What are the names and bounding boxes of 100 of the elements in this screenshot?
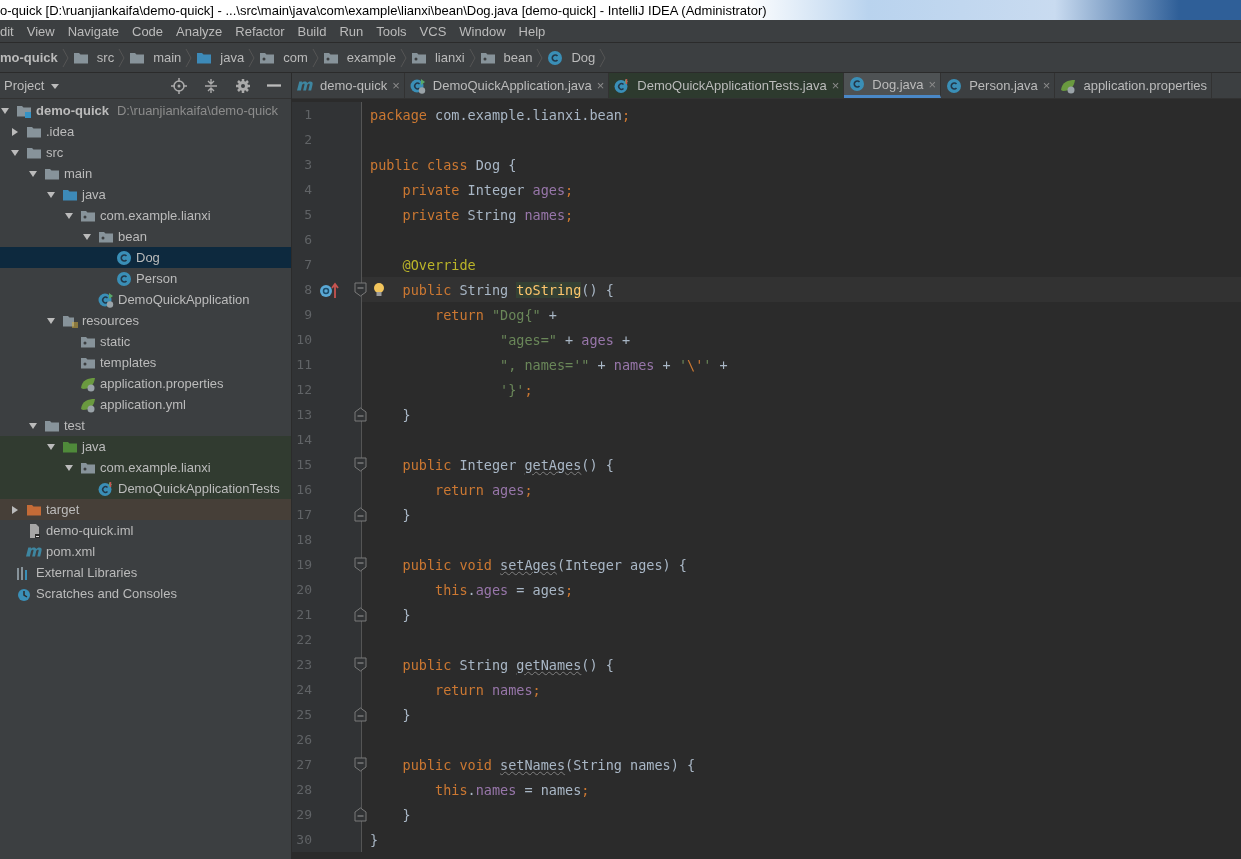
close-icon[interactable]: × (1042, 78, 1051, 93)
chevron-icon (399, 47, 407, 68)
tree-item[interactable]: DemoQuickApplication (0, 289, 291, 310)
chevron-icon (468, 47, 476, 68)
code-line: } (401, 406, 411, 423)
code-line: @Override (401, 256, 476, 273)
class-icon (98, 480, 114, 497)
settings-icon (235, 77, 251, 94)
class-icon (849, 76, 866, 92)
class-icon (116, 249, 132, 266)
menu-item[interactable]: View (19, 23, 61, 39)
menu-item[interactable]: Run (332, 23, 370, 39)
menu-item[interactable]: Build (290, 23, 333, 39)
leaf-icon (80, 375, 96, 392)
tree-item[interactable]: demo-quick D:\ruanjiankaifa\demo-quick (0, 100, 291, 121)
tree-item[interactable]: External Libraries (0, 562, 291, 583)
tree-item[interactable]: DemoQuickApplicationTests (0, 478, 291, 499)
tree-item[interactable]: bean (0, 226, 291, 247)
breadcrumb-item[interactable]: com (255, 49, 312, 66)
breadcrumb-item[interactable]: example (318, 49, 400, 66)
menu-item[interactable]: Navigate (60, 23, 125, 39)
chevron-icon (311, 47, 319, 68)
menu-item[interactable]: Analyze (169, 23, 229, 39)
breadcrumb-item[interactable]: main (125, 49, 186, 66)
leaf-icon (1060, 77, 1077, 94)
tree-item[interactable]: com.example.lianxi (0, 457, 291, 478)
window-title: o-quick [D:\ruanjiankaifa\demo-quick] - ...\src\main\java\com\example\lianxi\bean\Dog.java [demo-quick] - IntelliJ IDEA (Administrator) (0, 2, 767, 18)
menu-item[interactable]: dit (0, 23, 20, 39)
breadcrumb-item[interactable]: java (192, 49, 249, 66)
tree-item[interactable]: .idea (0, 121, 291, 142)
tree-item[interactable]: templates (0, 352, 291, 373)
tree-item[interactable]: test (0, 415, 291, 436)
minimize-icon (267, 84, 281, 87)
code-line: public void setNames(String names) { (401, 756, 696, 773)
code-line: } (369, 831, 379, 848)
tree-item[interactable]: Dog (0, 247, 291, 268)
code-line: "ages=" + ages + (499, 331, 631, 348)
menu-item[interactable]: Code (125, 23, 170, 39)
tree-item[interactable]: pom.xml (0, 541, 291, 562)
menu-item[interactable]: Help (511, 23, 552, 39)
class-icon (116, 270, 132, 287)
breadcrumb-item[interactable]: lianxi (406, 49, 469, 66)
code-line: return "Dog{" + (434, 306, 557, 323)
editor-tab[interactable]: DemoQuickApplicationTests.java × (609, 73, 845, 98)
leaf-icon (80, 396, 96, 413)
maven-icon (26, 546, 42, 557)
breadcrumb-item[interactable]: bean (475, 49, 537, 66)
maven-icon (297, 80, 313, 91)
chevron-icon (599, 47, 607, 68)
tree-item[interactable]: application.yml (0, 394, 291, 415)
code-line: public class Dog { (369, 156, 517, 173)
tree-item[interactable]: static (0, 331, 291, 352)
locate-icon (171, 77, 187, 94)
tree-item[interactable]: demo-quick.iml (0, 520, 291, 541)
code-line: } (401, 606, 411, 623)
tree-item[interactable]: java (0, 436, 291, 457)
class-icon (409, 77, 426, 94)
chevron-icon (118, 47, 126, 68)
code-line: public void setAges(Integer ages) { (401, 556, 687, 573)
chevron-icon (61, 47, 69, 68)
tree-item[interactable]: target (0, 499, 291, 520)
close-icon[interactable]: × (831, 78, 840, 93)
code-line: this.ages = ages; (434, 581, 574, 598)
tree-item[interactable]: Scratches and Consoles (0, 583, 291, 604)
code-line: return ages; (434, 481, 533, 498)
code-line: ", names='" + names + '\'' + (499, 356, 728, 373)
tree-item[interactable]: src (0, 142, 291, 163)
collapse-icon (203, 77, 219, 94)
menu-item[interactable]: Refactor (228, 23, 291, 39)
breadcrumb-item[interactable]: Dog (543, 49, 600, 66)
close-icon[interactable]: × (392, 78, 400, 93)
class-icon (547, 49, 564, 66)
code-line: public String getNames() { (401, 656, 614, 673)
code-line: '}'; (499, 381, 533, 398)
code-line: package com.example.lianxi.bean; (369, 106, 631, 123)
breadcrumb-item[interactable]: mo-quick (0, 50, 62, 65)
code-line: private Integer ages; (401, 181, 574, 198)
tree-item[interactable]: java (0, 184, 291, 205)
menu-item[interactable]: VCS (412, 23, 453, 39)
tree-item[interactable]: application.properties (0, 373, 291, 394)
code-line: } (401, 706, 411, 723)
editor-tab[interactable]: Dog.java × (844, 73, 942, 98)
class-icon (614, 77, 631, 94)
code-line: } (401, 506, 411, 523)
tree-item[interactable]: com.example.lianxi (0, 205, 291, 226)
class-icon (946, 77, 963, 94)
tree-item[interactable]: main (0, 163, 291, 184)
class-icon (98, 291, 114, 308)
close-icon[interactable]: × (596, 78, 605, 93)
code-line: return names; (434, 681, 541, 698)
path-label: D:\ruanjiankaifa\demo-quick (116, 103, 279, 118)
chevron-icon (248, 47, 256, 68)
code-line: this.names = names; (434, 781, 590, 798)
view-dropdown[interactable]: Project (0, 77, 73, 94)
tree-item[interactable]: Person (0, 268, 291, 289)
menu-item[interactable]: Window (452, 23, 512, 39)
breadcrumb-item[interactable]: src (68, 49, 119, 66)
menu-item[interactable]: Tools (369, 23, 413, 39)
tree-item[interactable]: resources (0, 310, 291, 331)
code-line: } (401, 806, 411, 823)
